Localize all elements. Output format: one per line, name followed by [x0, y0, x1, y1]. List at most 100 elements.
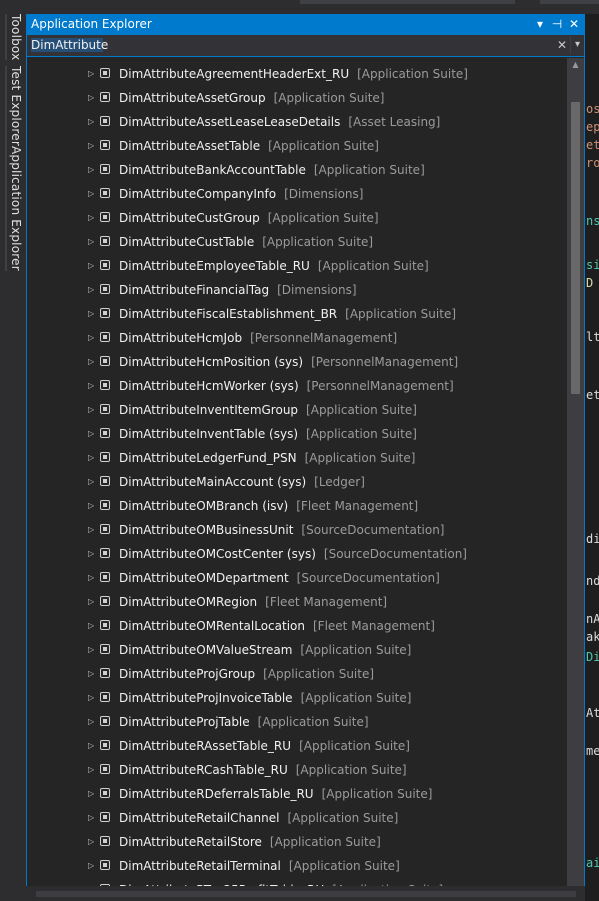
side-tab-application-explorer[interactable]: Application Explorer	[5, 146, 23, 271]
tree-item[interactable]: ▷ DimAttributeProjGroup [Application Suite…	[27, 662, 567, 686]
expand-arrow-icon[interactable]: ▷	[88, 734, 96, 758]
tree-item[interactable]: ▷ DimAttributeCompanyInfo [Dimensions]	[27, 182, 567, 206]
expand-arrow-icon[interactable]: ▷	[88, 494, 96, 518]
expand-arrow-icon[interactable]: ▷	[88, 254, 96, 278]
tree-item[interactable]: ▷ DimAttributeBankAccountTable [Applicatio…	[27, 158, 567, 182]
expand-arrow-icon[interactable]: ▷	[88, 854, 96, 878]
tree-item[interactable]: ▷ DimAttributeOMCostCenter (sys) [SourceDo…	[27, 542, 567, 566]
tree-item[interactable]: ▷ DimAttributeAgreementHeaderExt_RU [Appli…	[27, 62, 567, 86]
side-tab-test-explorer[interactable]: Test Explorer	[5, 66, 23, 147]
tree-item[interactable]: ▷ DimAttributeRDeferralsTable_RU [Applicat…	[27, 782, 567, 806]
horizontal-scrollbar[interactable]	[26, 886, 585, 901]
expand-arrow-icon[interactable]: ▷	[88, 542, 96, 566]
expand-arrow-icon[interactable]: ▷	[88, 638, 96, 662]
scrollbar-thumb[interactable]	[571, 102, 580, 394]
horizontal-scrollbar-track[interactable]	[36, 891, 576, 897]
expand-arrow-icon[interactable]: ▷	[88, 590, 96, 614]
expand-arrow-icon[interactable]: ▷	[88, 230, 96, 254]
clear-search-icon[interactable]: ✕	[555, 36, 569, 54]
window-position-dropdown-icon[interactable]: ▾	[532, 16, 548, 33]
expand-arrow-icon[interactable]: ▷	[88, 422, 96, 446]
tree-item[interactable]: ▷ DimAttributeInventTable (sys) [Applicati…	[27, 422, 567, 446]
tree-item[interactable]: ▷ DimAttributeOMBranch (isv) [Fleet Manage…	[27, 494, 567, 518]
tree-item-model-tag: [Application Suite]	[273, 91, 385, 105]
tree-item[interactable]: ▷ DimAttributeHcmJob [PersonnelManagement]	[27, 326, 567, 350]
side-tab-toolbox[interactable]: Toolbox	[5, 14, 23, 61]
tree-item[interactable]: ▷ DimAttributeFinancialTag [Dimensions]	[27, 278, 567, 302]
code-fragment: ro	[586, 156, 599, 170]
tree-item[interactable]: ▷ DimAttributeRetailStore [Application Sui…	[27, 830, 567, 854]
tree-item[interactable]: ▷ DimAttributeOMBusinessUnit [SourceDocume…	[27, 518, 567, 542]
expand-arrow-icon[interactable]: ▷	[88, 398, 96, 422]
tree-item-label: DimAttributeProjTable [Application Suite]	[119, 710, 369, 734]
expand-arrow-icon[interactable]: ▷	[88, 830, 96, 854]
tree-item-label: DimAttributeInventTable (sys) [Applicatio…	[119, 422, 417, 446]
pin-icon[interactable]: ⊣	[549, 16, 565, 33]
tree-item-model-tag: [Fleet Management]	[265, 595, 388, 609]
tree-item[interactable]: ▷ DimAttributeOMRentalLocation [Fleet Mana…	[27, 614, 567, 638]
tree-item[interactable]: ▷ DimAttributeRetailChannel [Application S…	[27, 806, 567, 830]
expand-arrow-icon[interactable]: ▷	[88, 470, 96, 494]
tree-item[interactable]: ▷ DimAttributeCustGroup [Application Suite…	[27, 206, 567, 230]
search-options-dropdown-icon[interactable]: ▾	[570, 36, 584, 54]
tree-item[interactable]: ▷ DimAttributeMainAccount (sys) [Ledger]	[27, 470, 567, 494]
expand-arrow-icon[interactable]: ▷	[88, 206, 96, 230]
table-node-icon	[100, 716, 110, 726]
search-input[interactable]	[29, 36, 553, 54]
tree-item[interactable]: ▷ DimAttributeProjInvoiceTable [Applicatio…	[27, 686, 567, 710]
expand-arrow-icon[interactable]: ▷	[88, 518, 96, 542]
vertical-scrollbar[interactable]: ▲ ▼	[567, 58, 584, 901]
table-node-icon	[100, 284, 110, 294]
expand-arrow-icon[interactable]: ▷	[88, 86, 96, 110]
expand-arrow-icon[interactable]: ▷	[88, 182, 96, 206]
expand-arrow-icon[interactable]: ▷	[88, 662, 96, 686]
expand-arrow-icon[interactable]: ▷	[88, 302, 96, 326]
expand-arrow-icon[interactable]: ▷	[88, 806, 96, 830]
tree-item[interactable]: ▷ DimAttributeFiscalEstablishment_BR [Appl…	[27, 302, 567, 326]
tree-item[interactable]: ▷ DimAttributeEmployeeTable_RU [Applicatio…	[27, 254, 567, 278]
tree-item[interactable]: ▷ DimAttributeRAssetTable_RU [Application …	[27, 734, 567, 758]
tree-item-name: DimAttributeAssetGroup	[119, 91, 266, 105]
code-fragment: et	[586, 138, 599, 152]
expand-arrow-icon[interactable]: ▷	[88, 350, 96, 374]
tree-item[interactable]: ▷ DimAttributeOMDepartment [SourceDocument…	[27, 566, 567, 590]
close-icon[interactable]: ✕	[566, 16, 582, 33]
expand-arrow-icon[interactable]: ▷	[88, 134, 96, 158]
expand-arrow-icon[interactable]: ▷	[88, 566, 96, 590]
tree-item[interactable]: ▷ DimAttributeCustTable [Application Suite…	[27, 230, 567, 254]
tree-item-label: DimAttributeOMDepartment [SourceDocumenta…	[119, 566, 440, 590]
expand-arrow-icon[interactable]: ▷	[88, 758, 96, 782]
expand-arrow-icon[interactable]: ▷	[88, 158, 96, 182]
expand-arrow-icon[interactable]: ▷	[88, 710, 96, 734]
tree-item-label: DimAttributeOMRentalLocation [Fleet Manag…	[119, 614, 435, 638]
tree-item-label: DimAttributeOMValueStream [Application Su…	[119, 638, 411, 662]
tree-item[interactable]: ▷ DimAttributeProjTable [Application Suite…	[27, 710, 567, 734]
tree-item-model-tag: [Application Suite]	[317, 259, 429, 273]
expand-arrow-icon[interactable]: ▷	[88, 782, 96, 806]
tree-item[interactable]: ▷ DimAttributeInventItemGroup [Application…	[27, 398, 567, 422]
tree-item[interactable]: ▷ DimAttributeRCashTable_RU [Application S…	[27, 758, 567, 782]
expand-arrow-icon[interactable]: ▷	[88, 614, 96, 638]
expand-arrow-icon[interactable]: ▷	[88, 686, 96, 710]
tree-item[interactable]: ▷ DimAttributeLedgerFund_PSN [Application …	[27, 446, 567, 470]
tree-item[interactable]: ▷ DimAttributeRetailTerminal [Application …	[27, 854, 567, 878]
panel-title-bar[interactable]: Application Explorer ▾ ⊣ ✕	[27, 15, 584, 35]
table-node-icon	[100, 92, 110, 102]
tree-item[interactable]: ▷ DimAttributeAssetGroup [Application Suit…	[27, 86, 567, 110]
expand-arrow-icon[interactable]: ▷	[88, 110, 96, 134]
application-explorer-panel: Application Explorer ▾ ⊣ ✕ ✕ ▾ ▷ DimAttri…	[26, 14, 585, 901]
scroll-up-icon[interactable]: ▲	[567, 60, 584, 72]
code-fragment: lt	[586, 330, 599, 344]
expand-arrow-icon[interactable]: ▷	[88, 326, 96, 350]
expand-arrow-icon[interactable]: ▷	[88, 374, 96, 398]
tree-item[interactable]: ▷ DimAttributeAssetLeaseLeaseDetails [Asse…	[27, 110, 567, 134]
tree-item[interactable]: ▷ DimAttributeOMRegion [Fleet Management]	[27, 590, 567, 614]
tree-item[interactable]: ▷ DimAttributeHcmPosition (sys) [Personnel…	[27, 350, 567, 374]
tree-item-label: DimAttributeFinancialTag [Dimensions]	[119, 278, 357, 302]
tree-item[interactable]: ▷ DimAttributeHcmWorker (sys) [PersonnelMa…	[27, 374, 567, 398]
expand-arrow-icon[interactable]: ▷	[88, 62, 96, 86]
tree-item[interactable]: ▷ DimAttributeOMValueStream [Application S…	[27, 638, 567, 662]
expand-arrow-icon[interactable]: ▷	[88, 446, 96, 470]
expand-arrow-icon[interactable]: ▷	[88, 278, 96, 302]
tree-item[interactable]: ▷ DimAttributeAssetTable [Application Suit…	[27, 134, 567, 158]
